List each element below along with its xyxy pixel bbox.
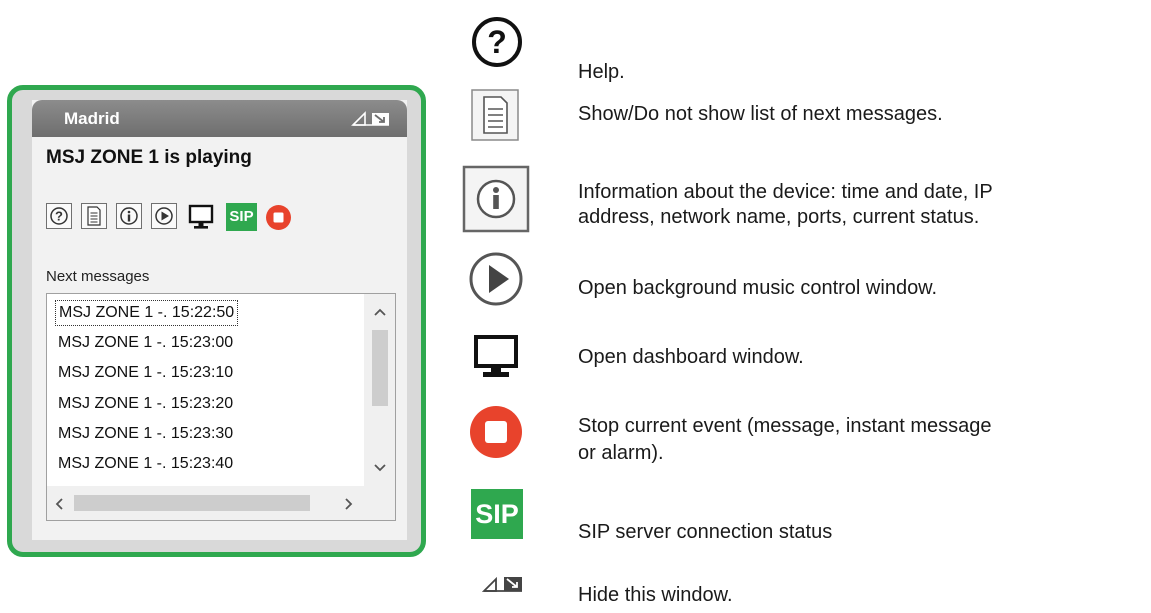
svg-text:?: ? <box>487 24 507 60</box>
stop-icon <box>266 205 291 230</box>
device-info-button[interactable] <box>116 203 142 229</box>
scroll-down-icon[interactable] <box>372 460 388 476</box>
stop-icon <box>468 404 524 465</box>
legend-stop-text-1: Stop current event (message, instant mes… <box>578 415 992 437</box>
list-item[interactable]: MSJ ZONE 1 -. 15:23:00 <box>55 330 236 356</box>
help-icon: ? <box>470 15 524 74</box>
stop-button[interactable] <box>265 204 292 236</box>
scroll-right-icon[interactable] <box>343 497 355 514</box>
next-messages-label: Next messages <box>46 268 150 285</box>
horizontal-scroll-thumb[interactable] <box>74 495 310 511</box>
legend-help-text: Help. <box>578 61 625 83</box>
monitor-icon <box>188 204 214 229</box>
list-item[interactable]: MSJ ZONE 1 -. 15:22:50 <box>55 300 239 326</box>
legend-stop-text-2: or alarm). <box>578 442 664 464</box>
svg-text:?: ? <box>55 209 63 224</box>
document-list-icon <box>471 89 519 146</box>
play-icon <box>467 250 525 313</box>
widget-panel: Madrid MSJ ZONE 1 is playing ? SIP Next … <box>32 100 407 540</box>
horizontal-scrollbar[interactable] <box>47 486 395 520</box>
list-item[interactable]: MSJ ZONE 1 -. 15:23:20 <box>55 391 236 417</box>
legend-list-text: Show/Do not show list of next messages. <box>578 103 943 125</box>
legend-hide-text: Hide this window. <box>578 584 733 606</box>
next-messages-list[interactable]: MSJ ZONE 1 -. 15:22:50 MSJ ZONE 1 -. 15:… <box>46 293 396 521</box>
legend-info-text-1: Information about the device: time and d… <box>578 181 993 203</box>
hide-window-icon <box>481 572 524 599</box>
legend-info-text-2: address, network name, ports, current st… <box>578 206 980 228</box>
widget-titlebar: Madrid <box>32 100 407 137</box>
legend-dashboard-text: Open dashboard window. <box>578 346 804 368</box>
legend-sip-text: SIP server connection status <box>578 521 833 543</box>
hide-window-icon[interactable] <box>351 110 391 128</box>
monitor-icon <box>473 334 519 385</box>
list-item[interactable]: MSJ ZONE 1 -. 15:23:10 <box>55 360 236 386</box>
help-icon: ? <box>50 207 68 225</box>
vertical-scrollbar[interactable] <box>364 294 395 486</box>
widget-title: Madrid <box>64 109 120 128</box>
scroll-up-icon[interactable] <box>372 304 388 320</box>
legend-music-text: Open background music control window. <box>578 277 938 299</box>
info-icon <box>462 165 530 238</box>
list-item[interactable]: MSJ ZONE 1 -. 15:23:40 <box>55 451 236 477</box>
scroll-left-icon[interactable] <box>53 497 65 514</box>
messages-list-button[interactable] <box>81 203 107 229</box>
document-list-icon <box>87 206 101 226</box>
help-button[interactable]: ? <box>46 203 72 229</box>
info-icon <box>120 207 138 225</box>
device-widget: Madrid MSJ ZONE 1 is playing ? SIP Next … <box>7 85 426 557</box>
playing-status: MSJ ZONE 1 is playing <box>46 147 252 168</box>
play-icon <box>155 207 173 225</box>
music-control-button[interactable] <box>151 203 177 229</box>
sip-status-icon[interactable]: SIP <box>226 203 257 231</box>
list-item[interactable]: MSJ ZONE 1 -. 15:23:30 <box>55 421 236 447</box>
dashboard-button[interactable] <box>187 203 215 236</box>
sip-status-icon: SIP <box>471 489 523 539</box>
vertical-scroll-thumb[interactable] <box>372 330 388 406</box>
